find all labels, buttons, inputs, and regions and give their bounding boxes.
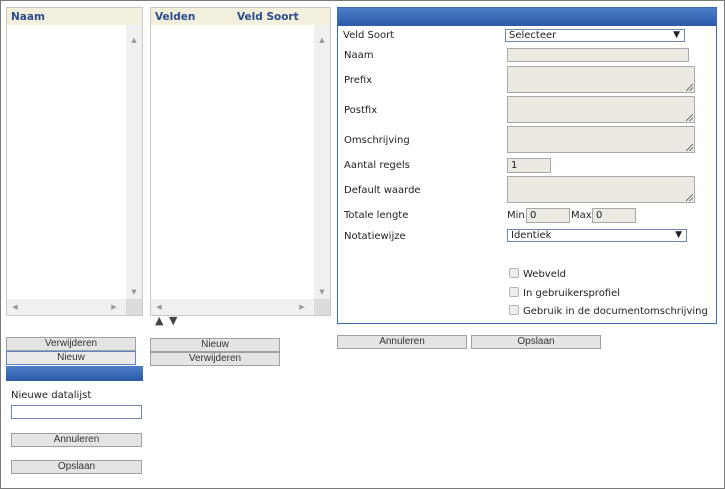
move-up-icon[interactable]: ▲ <box>155 314 163 327</box>
chevron-down-icon: ▼ <box>673 30 680 40</box>
scrollbar-corner <box>126 299 142 315</box>
scroll-up-icon[interactable]: ▲ <box>126 33 142 47</box>
notatiewijze-value: Identiek <box>511 230 552 241</box>
form-titlebar <box>338 8 716 26</box>
form-cancel-button[interactable]: Annuleren <box>337 335 467 349</box>
veld-soort-select[interactable]: Selecteer ▼ <box>505 29 685 42</box>
velden-list-header: Velden Veld Soort <box>151 8 330 25</box>
postfix-textarea[interactable] <box>507 96 695 123</box>
prefix-textarea[interactable] <box>507 66 695 93</box>
naam-list-header: Naam <box>7 8 142 25</box>
gebruikersprofiel-label: In gebruikersprofiel <box>523 288 621 299</box>
aantal-regels-label: Aantal regels <box>344 160 410 171</box>
chevron-down-icon: ▼ <box>675 230 682 240</box>
scroll-down-icon[interactable]: ▼ <box>126 285 142 299</box>
veld-soort-column-header: Veld Soort <box>237 11 299 23</box>
remove-list-button[interactable]: Verwijderen <box>6 337 136 351</box>
webveld-label: Webveld <box>523 269 566 280</box>
naam-column-header: Naam <box>11 11 45 23</box>
veld-soort-label: Veld Soort <box>343 30 395 41</box>
scroll-right-icon[interactable]: ▶ <box>296 299 308 315</box>
omschrijving-textarea[interactable] <box>507 126 695 153</box>
documentomschrijving-label: Gebruik in de documentomschrijving <box>523 306 708 317</box>
naam-list-panel[interactable]: Naam ▲ ▼ ◀ ▶ <box>6 7 143 316</box>
notatiewijze-select[interactable]: Identiek ▼ <box>507 229 687 242</box>
notatiewijze-label: Notatiewijze <box>344 231 406 242</box>
default-waarde-textarea[interactable] <box>507 176 695 203</box>
scrollbar-corner <box>314 299 330 315</box>
prefix-label: Prefix <box>344 75 373 86</box>
new-list-popup-titlebar <box>6 366 143 381</box>
omschrijving-label: Omschrijving <box>344 135 410 146</box>
totale-lengte-label: Totale lengte <box>344 210 409 221</box>
velden-vertical-scrollbar[interactable]: ▲ ▼ <box>314 25 330 299</box>
naam-label: Naam <box>344 50 374 61</box>
scroll-down-icon[interactable]: ▼ <box>314 285 330 299</box>
naam-horizontal-scrollbar[interactable]: ◀ ▶ <box>7 299 126 315</box>
default-waarde-label: Default waarde <box>344 185 421 196</box>
new-list-button[interactable]: Nieuw <box>6 351 136 365</box>
scroll-up-icon[interactable]: ▲ <box>314 33 330 47</box>
aantal-regels-input[interactable]: 1 <box>507 158 551 173</box>
new-field-button[interactable]: Nieuw <box>150 338 280 352</box>
new-list-label: Nieuwe datalijst <box>11 390 92 401</box>
postfix-label: Postfix <box>344 105 378 116</box>
naam-vertical-scrollbar[interactable]: ▲ ▼ <box>126 25 142 299</box>
new-list-cancel-button[interactable]: Annuleren <box>11 433 142 447</box>
scroll-left-icon[interactable]: ◀ <box>153 299 165 315</box>
remove-field-button[interactable]: Verwijderen <box>150 352 280 366</box>
new-list-save-button[interactable]: Opslaan <box>11 460 142 474</box>
form-save-button[interactable]: Opslaan <box>471 335 601 349</box>
gebruikersprofiel-checkbox[interactable] <box>509 287 519 297</box>
velden-list-panel[interactable]: Velden Veld Soort ▲ ▼ ◀ ▶ <box>150 7 331 316</box>
max-input[interactable]: 0 <box>592 208 636 223</box>
min-label: Min. <box>507 210 528 221</box>
velden-column-header: Velden <box>155 11 196 23</box>
veld-soort-value: Selecteer <box>509 30 557 41</box>
documentomschrijving-checkbox[interactable] <box>509 305 519 315</box>
naam-input[interactable] <box>507 48 689 62</box>
scroll-left-icon[interactable]: ◀ <box>9 299 21 315</box>
min-input[interactable]: 0 <box>526 208 570 223</box>
webveld-checkbox[interactable] <box>509 268 519 278</box>
scroll-right-icon[interactable]: ▶ <box>108 299 120 315</box>
velden-horizontal-scrollbar[interactable]: ◀ ▶ <box>151 299 314 315</box>
move-down-icon[interactable]: ▼ <box>169 314 177 327</box>
new-list-name-input[interactable] <box>11 405 142 419</box>
